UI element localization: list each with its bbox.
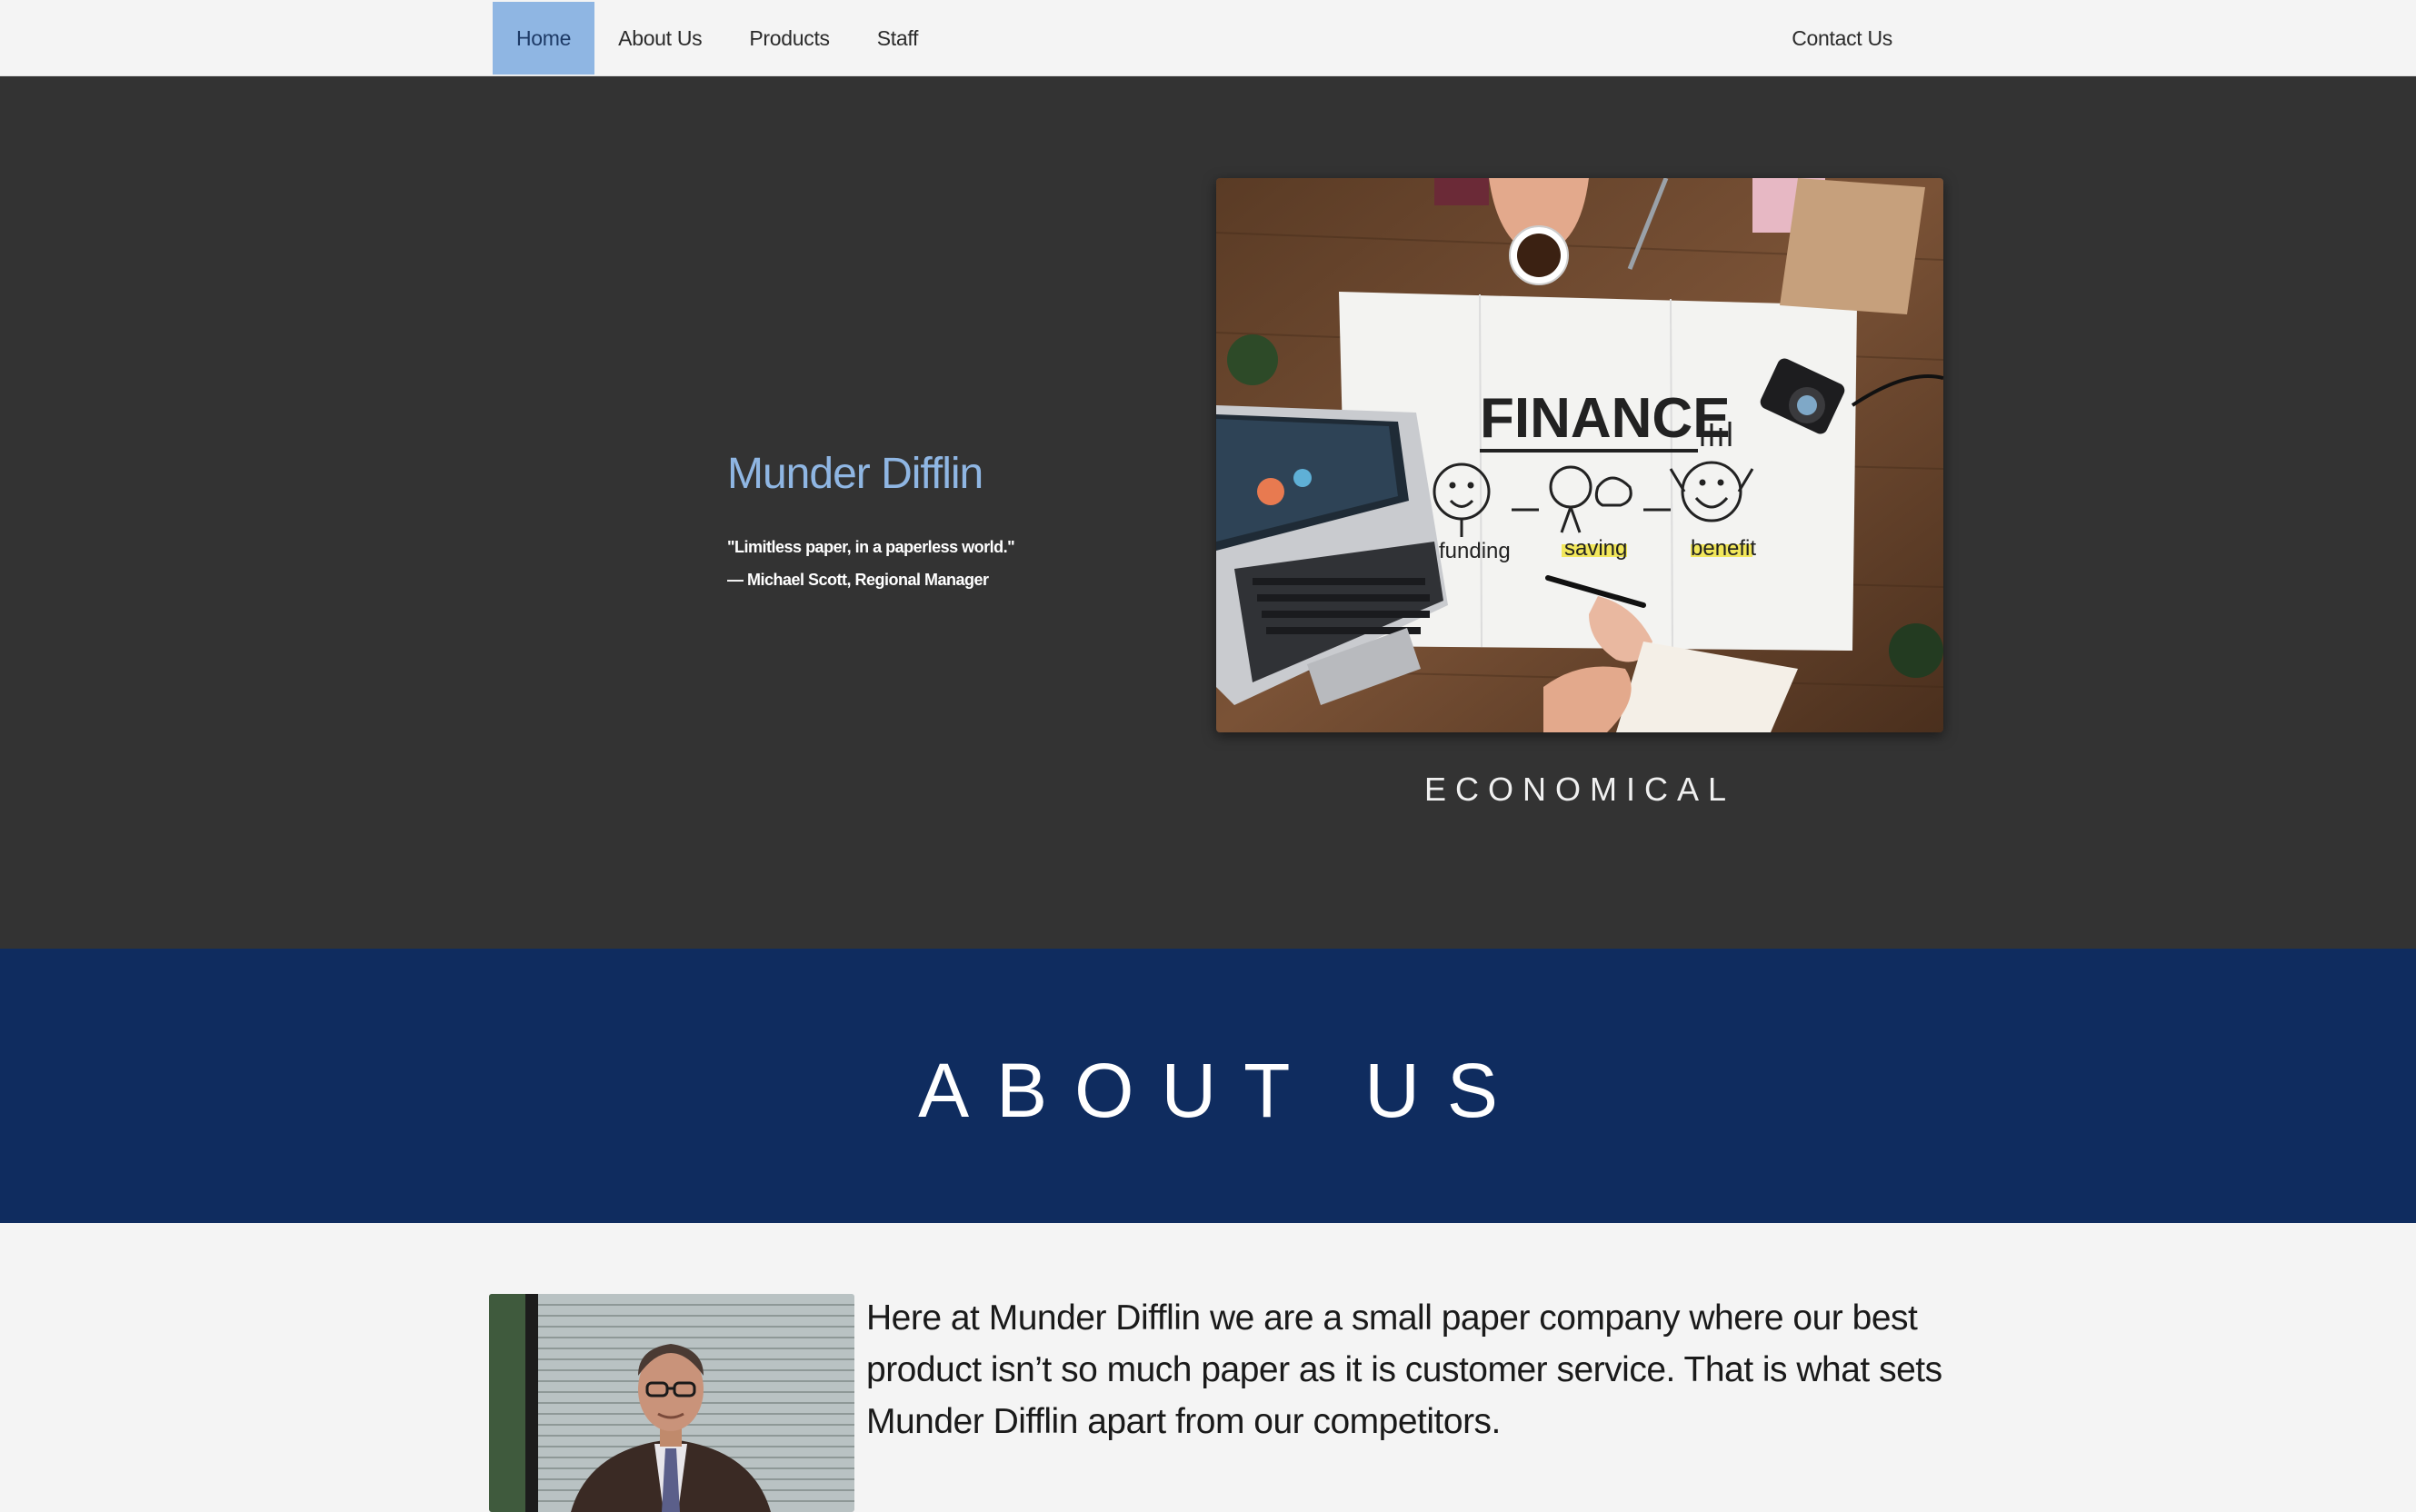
hero-quote: "Limitless paper, in a paperless world."… — [727, 531, 1015, 596]
hero-caption: ECONOMICAL — [1423, 771, 1736, 808]
hero-quote-attribution: — Michael Scott, Regional Manager — [727, 571, 989, 589]
nav-menu: Home About Us Products Staff — [493, 2, 942, 75]
about-description: Here at Munder Difflin we are a small pa… — [866, 1298, 1942, 1441]
hero-brand-title: Munder Difflin — [727, 450, 983, 498]
nav-item-staff[interactable]: Staff — [854, 2, 942, 75]
manager-portrait — [489, 1294, 854, 1512]
finance-heading: FINANCE — [1480, 387, 1731, 450]
hero-section: Munder Difflin "Limitless paper, in a pa… — [0, 76, 2416, 949]
finance-illustration: FINANCE funding saving benefit — [1216, 178, 1943, 732]
nav-item-contact-us[interactable]: Contact Us — [1768, 26, 1916, 51]
finance-label-funding: funding — [1439, 539, 1511, 563]
about-title: ABOUT US — [918, 1047, 1525, 1133]
hero-quote-text: "Limitless paper, in a paperless world." — [727, 538, 1015, 556]
about-banner: ABOUT US — [0, 949, 2416, 1223]
finance-label-saving: saving — [1564, 536, 1627, 561]
nav-item-about-us[interactable]: About Us — [594, 2, 725, 75]
nav-item-home[interactable]: Home — [493, 2, 595, 75]
top-navbar: Home About Us Products Staff Contact Us — [0, 0, 2416, 76]
about-content: Here at Munder Difflin we are a small pa… — [0, 1223, 2416, 1512]
finance-label-benefit: benefit — [1691, 536, 1756, 561]
nav-item-products[interactable]: Products — [725, 2, 853, 75]
hero-finance-image: FINANCE funding saving benefit — [1216, 178, 1943, 732]
staff-photo — [489, 1294, 854, 1512]
nav-right: Contact Us — [1768, 2, 1916, 75]
